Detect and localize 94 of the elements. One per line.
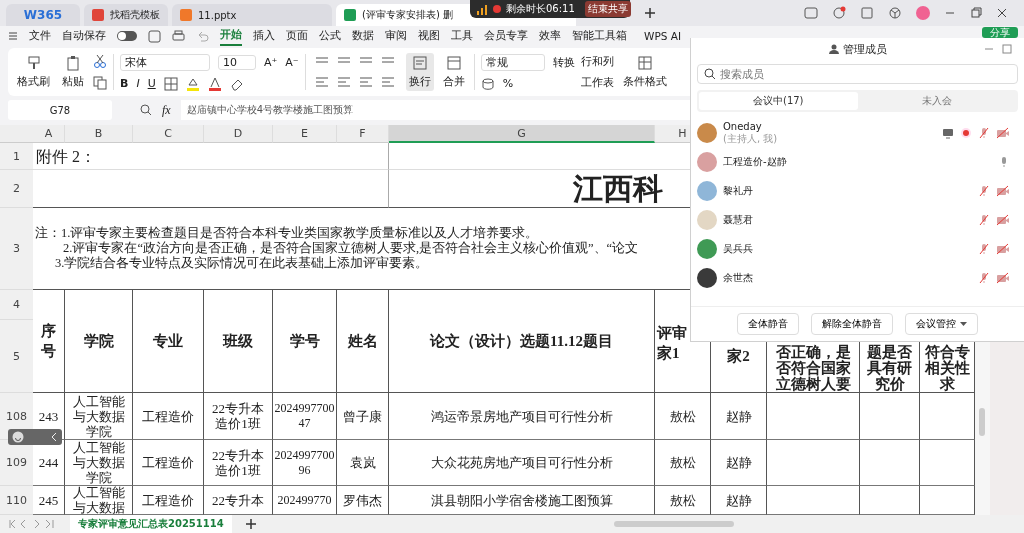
ribbon-tab[interactable]: 插入 [253, 27, 275, 45]
column-header[interactable]: D [204, 125, 273, 143]
table-cell: 22专升本造价1班 [204, 440, 273, 486]
format-painter-button[interactable]: 格式刷 [14, 53, 53, 91]
autosave-label: 自动保存 [62, 29, 106, 43]
row-number: 2 [0, 170, 33, 208]
file-menu[interactable]: 文件 [29, 29, 51, 43]
font-size-select[interactable]: 10 [218, 54, 256, 70]
row-number: 1 [0, 143, 33, 170]
table-cell: 202499770096 [273, 440, 337, 486]
table-cell: 附件 2： [33, 143, 389, 170]
font-style-button[interactable]: I [136, 77, 140, 90]
table-cell: 赵静 [711, 440, 767, 486]
wrap-text-button[interactable]: 换行 [405, 53, 434, 91]
table-cell: 敖松 [655, 440, 711, 486]
dialog-title: 管理成员 [842, 41, 887, 57]
ribbon-tab[interactable]: 数据 [352, 27, 374, 45]
table-cell: 鸿运帝景房地产项目可行性分析 [389, 393, 655, 440]
ribbon-tab[interactable]: 智能工具箱 [572, 27, 627, 45]
number-format-select[interactable]: 常规 [480, 53, 545, 71]
table-cell: 人工智能与大数据学院 [65, 440, 133, 486]
column-header[interactable]: F [337, 125, 389, 143]
member-tab[interactable]: 会议中(17) [699, 92, 858, 110]
member-search-field[interactable]: 搜索成员 [697, 64, 1018, 84]
ribbon-tab[interactable]: 工具 [451, 27, 473, 45]
row-number: 5 [0, 320, 33, 393]
column-heading: 论文（设计）选题11.12题目 [389, 290, 655, 393]
column-header[interactable]: G [389, 125, 655, 143]
member-name: 吴兵兵 [723, 242, 753, 255]
member-role: (主持人, 我) [723, 132, 778, 145]
member-name: 黎礼丹 [723, 184, 753, 197]
member-name: 余世杰 [723, 271, 753, 284]
column-heading: 序号 [33, 290, 65, 393]
browser-tab[interactable]: 11.pptx [172, 4, 332, 26]
meeting-button[interactable]: 会议管控 [905, 313, 978, 335]
ai-button[interactable]: WPS AI [644, 30, 681, 42]
convert-button[interactable]: 转换 [552, 54, 575, 70]
table-cell: 工程造价 [133, 440, 204, 486]
shrink-font-button[interactable]: A⁻ [285, 55, 299, 69]
conditional-format-button[interactable]: 条件格式 [619, 53, 670, 91]
paste-button[interactable]: 粘贴 [59, 53, 87, 91]
table-cell: 敖松 [655, 393, 711, 440]
sheet-tab[interactable]: 专家评审意见汇总表20251114 [70, 515, 232, 533]
ribbon-tab[interactable]: 页面 [286, 27, 308, 45]
worksheet-button[interactable]: 工作表 [580, 75, 614, 90]
column-header[interactable]: B [65, 125, 133, 143]
browser-tab[interactable]: 找稻壳模板 [84, 4, 168, 26]
rows-columns-button[interactable]: 行和列 [580, 54, 614, 69]
table-cell: 22专升本造价1班 [204, 393, 273, 440]
table-cell: 袁岚 [337, 440, 389, 486]
member-name: 聂慧君 [723, 213, 753, 226]
row-number: 4 [0, 290, 33, 320]
note-text: 2.评审专家在“政治方向是否正确，是否符合国家立德树人要求,是否符合社会主义核心价值观”、“论文 [62, 241, 639, 256]
column-header[interactable]: C [133, 125, 204, 143]
ribbon-tab[interactable]: 会员专享 [484, 27, 528, 45]
stop-sharing-button[interactable]: 结束共享 [584, 1, 631, 17]
row-number: 109 [0, 440, 33, 486]
font-select[interactable]: 宋体 [120, 53, 210, 71]
column-heading: 学号 [273, 290, 337, 393]
note-text: 3.学院结合各专业特点及实际情况可在此表基础上添加评审要素。 [54, 256, 429, 271]
column-heading: 专业 [133, 290, 204, 393]
grow-font-button[interactable]: A⁺ [264, 55, 278, 69]
ribbon-tab[interactable]: 开始 [220, 26, 242, 46]
ribbon-tab[interactable]: 审阅 [385, 27, 407, 45]
column-heading: 姓名 [337, 290, 389, 393]
cell-reference-field[interactable]: G78 [8, 100, 112, 120]
meeting-button[interactable]: 全体静音 [737, 313, 799, 335]
function-button[interactable]: fx [162, 102, 171, 118]
column-header[interactable]: A [33, 125, 65, 143]
table-cell: 赵静 [711, 393, 767, 440]
sheet-title: 江西科 [573, 171, 663, 206]
member-name: 工程造价-赵静 [723, 155, 787, 168]
column-heading: 学院 [65, 290, 133, 393]
meeting-button[interactable]: 解除全体静音 [811, 313, 893, 335]
table-cell: 大众花苑房地产项目可行性分析 [389, 440, 655, 486]
table-cell: 曾子康 [337, 393, 389, 440]
member-name: Oneday [723, 120, 763, 133]
ribbon-tab[interactable]: 公式 [319, 27, 341, 45]
ribbon-tab[interactable]: 视图 [418, 27, 440, 45]
column-header[interactable]: E [273, 125, 337, 143]
ribbon-tab[interactable]: 效率 [539, 27, 561, 45]
font-style-button[interactable]: B [120, 77, 129, 90]
merge-button[interactable]: 合并 [439, 53, 468, 91]
row-number: 3 [0, 208, 33, 290]
table-cell: 202499770047 [273, 393, 337, 440]
table-cell: 工程造价 [133, 393, 204, 440]
row-number: 110 [0, 486, 33, 515]
font-style-button[interactable]: U [147, 77, 156, 90]
percent-button[interactable]: % [502, 77, 514, 90]
note-text: 注：1.评审专家主要检查题目是否符合本科专业类国家教学质量标准以及人才培养要求。 [35, 226, 539, 241]
table-cell: 人工智能与大数据学院 [65, 393, 133, 440]
column-heading: 班级 [204, 290, 273, 393]
remaining-time: 剩余时长06:11 [506, 2, 575, 16]
app-logo[interactable]: W365 [6, 4, 80, 26]
